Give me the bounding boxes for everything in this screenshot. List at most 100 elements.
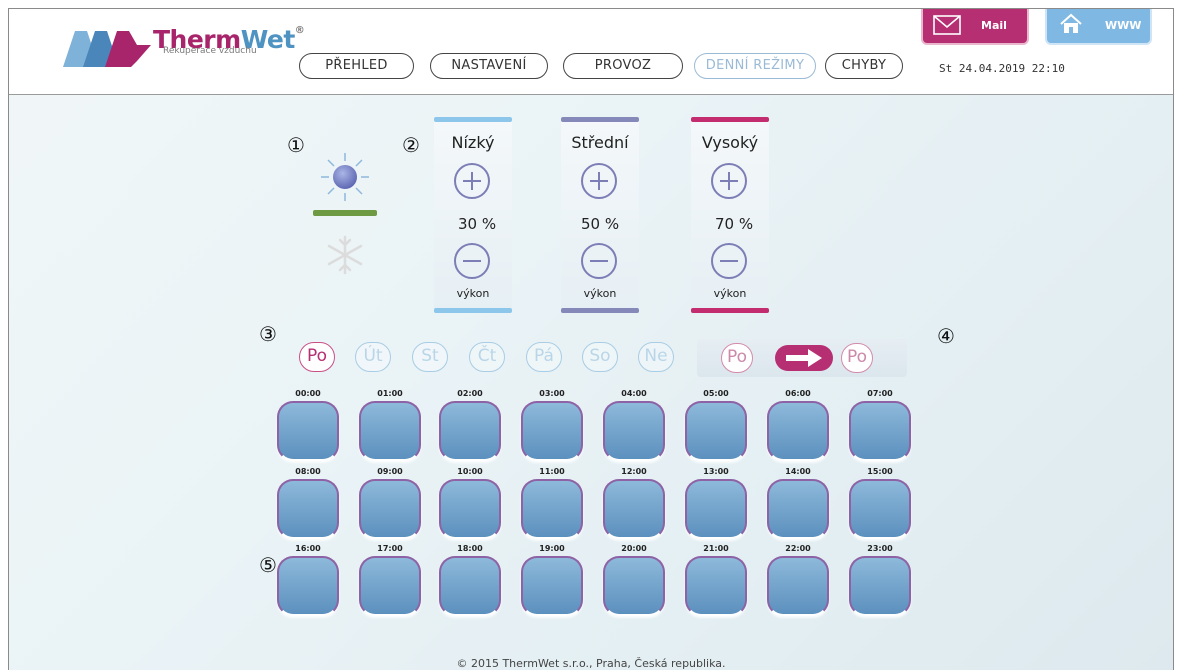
level-value: 30 % <box>458 215 497 233</box>
hour-label: 22:00 <box>785 544 811 553</box>
hour-slot-button[interactable] <box>359 556 421 616</box>
hour-label: 02:00 <box>457 389 483 398</box>
nav-chyby[interactable]: CHYBY <box>825 53 903 79</box>
hour-slot-button[interactable] <box>685 556 747 616</box>
increase-high-button[interactable] <box>711 163 747 199</box>
active-mode-indicator <box>313 210 377 216</box>
www-button[interactable]: WWW <box>1045 9 1152 45</box>
day-st[interactable]: St <box>412 342 448 372</box>
hour-slot-button[interactable] <box>685 401 747 461</box>
hour-slot-button[interactable] <box>767 556 829 616</box>
hour-slot-button[interactable] <box>767 479 829 539</box>
hour-slot-button[interactable] <box>359 479 421 539</box>
copy-day-panel: Po Po <box>697 339 907 377</box>
hour-slot-button[interactable] <box>849 479 911 539</box>
home-icon <box>1060 13 1082 33</box>
hour-label: 15:00 <box>867 467 893 476</box>
hour-slot-button[interactable] <box>521 401 583 461</box>
hour-label: 20:00 <box>621 544 647 553</box>
level-value: 70 % <box>715 215 754 233</box>
mail-label: Mail <box>981 19 1007 32</box>
hour-slot-button[interactable] <box>521 479 583 539</box>
hour-slot-button[interactable] <box>767 401 829 461</box>
nav-nastaveni[interactable]: NASTAVENÍ <box>430 53 548 79</box>
level-card-high: Vysoký 70 % výkon <box>691 117 769 313</box>
hour-slot-button[interactable] <box>439 401 501 461</box>
day-po[interactable]: Po <box>299 342 335 372</box>
level-sublabel: výkon <box>583 287 617 300</box>
app-frame: ThermWet® Rekuperace vzduchu PŘEHLED NAS… <box>8 8 1174 670</box>
nav-provoz[interactable]: PROVOZ <box>563 53 683 79</box>
copy-day-button[interactable] <box>775 345 833 371</box>
hour-slot-button[interactable] <box>521 556 583 616</box>
level-sublabel: výkon <box>456 287 490 300</box>
hour-slot-button[interactable] <box>439 479 501 539</box>
hour-slot-button[interactable] <box>277 556 339 616</box>
hour-label: 11:00 <box>539 467 565 476</box>
www-label: WWW <box>1105 19 1142 32</box>
callout-3: ③ <box>259 322 277 346</box>
snowflake-icon[interactable] <box>325 235 365 275</box>
day-ut[interactable]: Út <box>355 342 391 372</box>
increase-medium-button[interactable] <box>581 163 617 199</box>
hour-label: 16:00 <box>295 544 321 553</box>
callout-1: ① <box>287 133 305 157</box>
day-pa[interactable]: Pá <box>526 342 562 372</box>
mail-button[interactable]: Mail <box>921 9 1029 45</box>
nav-denni-rezimy[interactable]: DENNÍ REŽIMY <box>694 53 816 79</box>
callout-5: ⑤ <box>259 553 277 577</box>
hour-label: 01:00 <box>377 389 403 398</box>
hour-label: 09:00 <box>377 467 403 476</box>
decrease-low-button[interactable] <box>454 243 490 279</box>
hour-slot-button[interactable] <box>685 479 747 539</box>
hour-label: 17:00 <box>377 544 403 553</box>
hour-label: 23:00 <box>867 544 893 553</box>
hour-label: 08:00 <box>295 467 321 476</box>
hour-label: 10:00 <box>457 467 483 476</box>
hour-slot-button[interactable] <box>603 479 665 539</box>
hour-label: 05:00 <box>703 389 729 398</box>
level-card-medium: Střední 50 % výkon <box>561 117 639 313</box>
envelope-icon <box>933 15 961 35</box>
hour-slot-button[interactable] <box>849 401 911 461</box>
header: ThermWet® Rekuperace vzduchu PŘEHLED NAS… <box>9 9 1173 95</box>
hour-label: 12:00 <box>621 467 647 476</box>
hour-slot-button[interactable] <box>439 556 501 616</box>
level-title: Nízký <box>451 133 495 152</box>
level-value: 50 % <box>581 215 620 233</box>
sun-icon[interactable] <box>319 151 371 203</box>
nav-prehled[interactable]: PŘEHLED <box>299 53 414 79</box>
increase-low-button[interactable] <box>454 163 490 199</box>
footer: © 2015 ThermWet s.r.o., Praha, Česká rep… <box>456 657 726 670</box>
hour-label: 19:00 <box>539 544 565 553</box>
callout-4: ④ <box>937 324 955 348</box>
hour-slot-button[interactable] <box>603 556 665 616</box>
level-sublabel: výkon <box>713 287 747 300</box>
hour-slot-button[interactable] <box>849 556 911 616</box>
hour-label: 04:00 <box>621 389 647 398</box>
hour-label: 00:00 <box>295 389 321 398</box>
logo-mark-icon <box>63 31 151 67</box>
datetime: St 24.04.2019 22:10 <box>939 62 1065 75</box>
hour-slot-button[interactable] <box>603 401 665 461</box>
hour-label: 21:00 <box>703 544 729 553</box>
arrow-right-icon <box>786 349 822 367</box>
hour-label: 06:00 <box>785 389 811 398</box>
hour-label: 13:00 <box>703 467 729 476</box>
decrease-medium-button[interactable] <box>581 243 617 279</box>
level-card-low: Nízký 30 % výkon <box>434 117 512 313</box>
brand-tagline: Rekuperace vzduchu <box>163 46 257 56</box>
hour-slot-button[interactable] <box>359 401 421 461</box>
copy-from-day[interactable]: Po <box>721 343 753 373</box>
callout-2: ② <box>402 133 420 157</box>
hour-label: 14:00 <box>785 467 811 476</box>
hour-slot-button[interactable] <box>277 479 339 539</box>
level-title: Vysoký <box>701 133 759 152</box>
day-ne[interactable]: Ne <box>638 342 674 372</box>
copy-to-day[interactable]: Po <box>841 343 873 373</box>
decrease-high-button[interactable] <box>711 243 747 279</box>
day-ct[interactable]: Čt <box>469 342 505 372</box>
day-so[interactable]: So <box>582 342 618 372</box>
hour-slot-button[interactable] <box>277 401 339 461</box>
hour-label: 07:00 <box>867 389 893 398</box>
